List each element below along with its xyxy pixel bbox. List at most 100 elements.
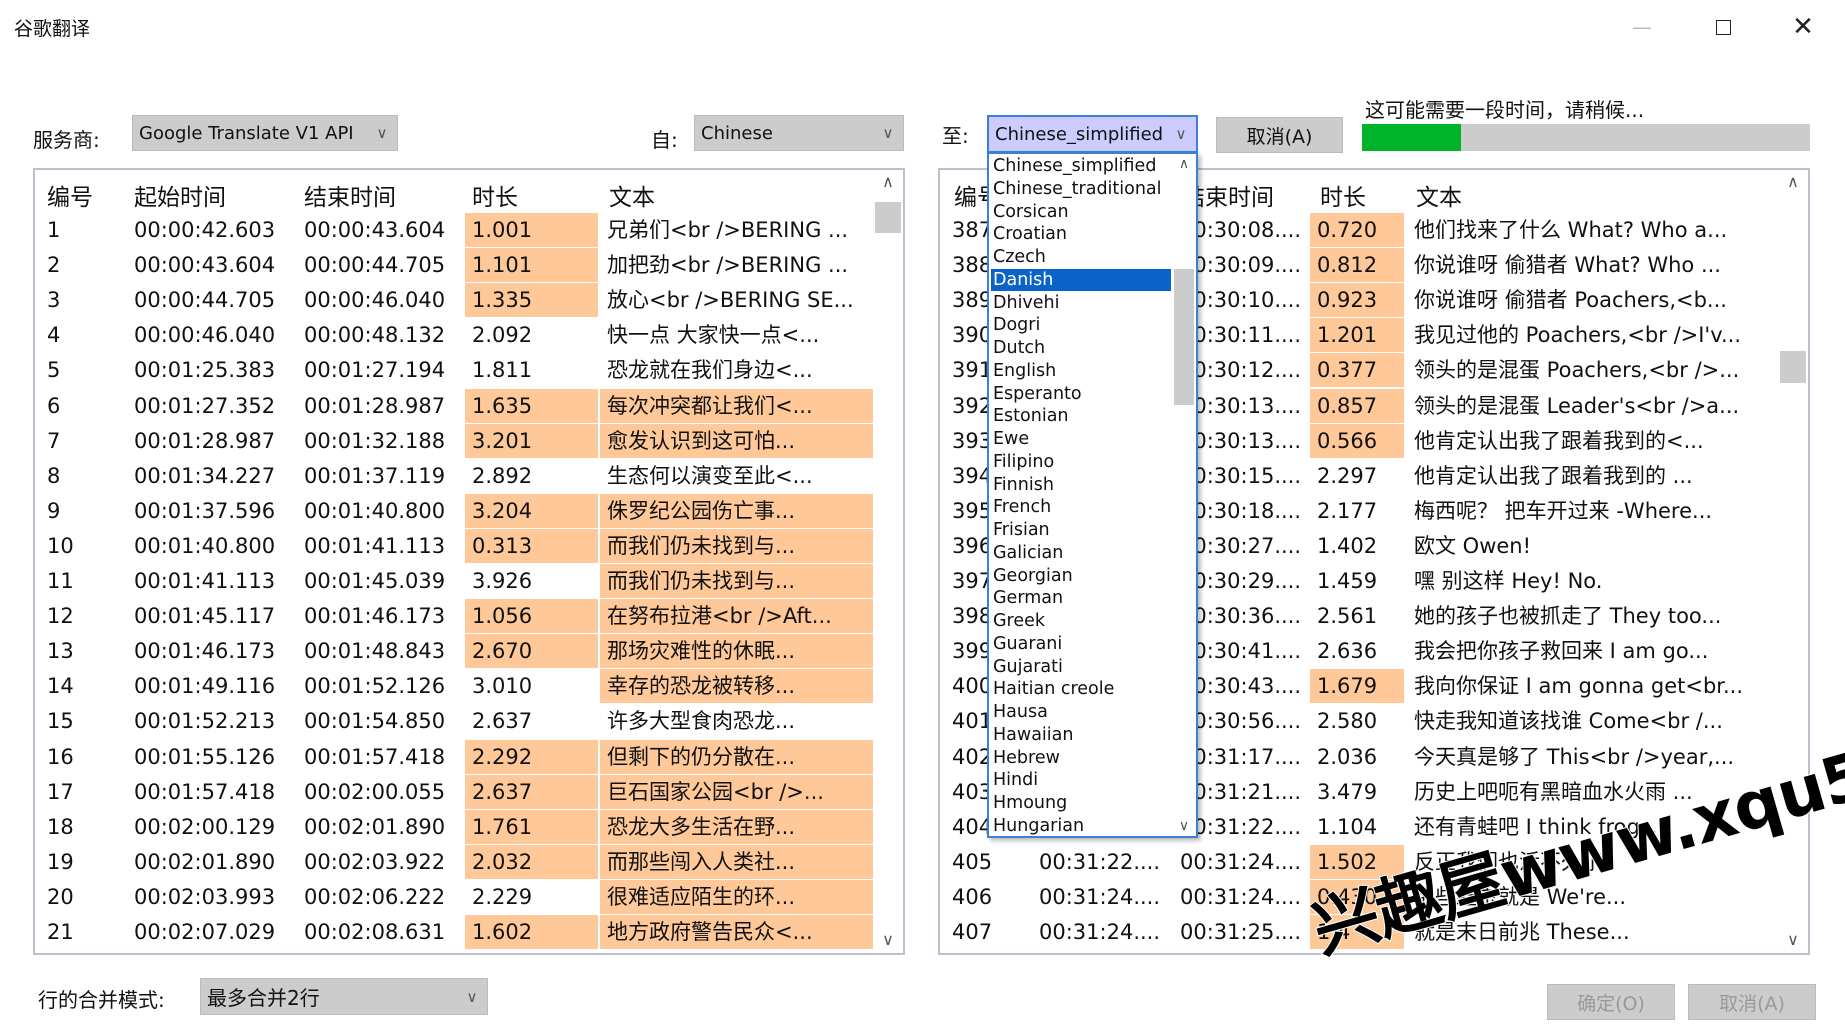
- merge-mode-select[interactable]: 最多合并2行 ∨: [200, 978, 488, 1015]
- language-option[interactable]: Hausa: [991, 701, 1171, 724]
- row-number: 7: [47, 428, 61, 453]
- column-header-text[interactable]: 文本: [609, 178, 655, 212]
- minimize-icon[interactable]: —: [1612, 10, 1672, 44]
- table-row[interactable]: 7 00:01:28.987 00:01:32.188 3.201 愈发认识到这可怕..…: [35, 423, 873, 459]
- language-option[interactable]: Czech: [991, 246, 1171, 269]
- language-option[interactable]: Hindi: [991, 769, 1171, 792]
- ok-button[interactable]: 确定(O): [1547, 984, 1675, 1020]
- from-value: Chinese: [701, 122, 773, 144]
- scroll-up-icon[interactable]: ∧: [1172, 156, 1196, 172]
- table-row[interactable]: 9 00:01:37.596 00:01:40.800 3.204 侏罗纪公园伤亡事..…: [35, 493, 873, 529]
- language-option[interactable]: German: [991, 587, 1171, 610]
- table-row[interactable]: 2 00:00:43.604 00:00:44.705 1.101 加把劲<br />B…: [35, 248, 871, 283]
- scroll-down-icon[interactable]: ∨: [1172, 818, 1196, 834]
- scroll-up-icon[interactable]: ∧: [873, 172, 903, 191]
- from-language-select[interactable]: Chinese ∨: [694, 115, 904, 151]
- language-option[interactable]: Hmoung: [991, 792, 1171, 815]
- table-row[interactable]: 20 00:02:03.993 00:02:06.222 2.229 很难适应陌生的环.…: [35, 879, 873, 915]
- column-header-start[interactable]: 起始时间: [134, 178, 226, 212]
- table-row[interactable]: 16 00:01:55.126 00:01:57.418 2.292 但剩下的仍分散在.…: [35, 739, 873, 775]
- scrollbar-thumb[interactable]: [875, 202, 901, 233]
- table-row[interactable]: 13 00:01:46.173 00:01:48.843 2.670 那场灾难性的休眠.…: [35, 634, 873, 669]
- table-row[interactable]: 3 00:00:44.705 00:00:46.040 1.335 放心<br />BE…: [35, 283, 871, 318]
- language-option[interactable]: Ewe: [991, 428, 1171, 451]
- language-option[interactable]: English: [991, 360, 1171, 383]
- language-option[interactable]: Esperanto: [991, 383, 1171, 406]
- provider-select[interactable]: Google Translate V1 API ∨: [132, 115, 398, 151]
- table-row[interactable]: 4 00:00:46.040 00:00:48.132 2.092 快一点 大家快一点<…: [35, 318, 871, 353]
- dropdown-scrollbar[interactable]: ∧ ∨: [1172, 154, 1196, 836]
- table-row[interactable]: 15 00:01:52.213 00:01:54.850 2.637 许多大型食肉恐龙.…: [35, 704, 871, 739]
- language-option[interactable]: Croatian: [991, 223, 1171, 246]
- to-language-select[interactable]: Chinese_simplified ∨: [987, 115, 1198, 153]
- cancel-translation-button[interactable]: 取消(A): [1216, 117, 1343, 153]
- column-header-duration[interactable]: 时长: [1320, 178, 1366, 212]
- column-header-end[interactable]: 结束时间: [304, 178, 396, 212]
- duration: 0.313: [465, 528, 598, 563]
- column-header-text[interactable]: 文本: [1416, 178, 1462, 212]
- maximize-icon[interactable]: [1693, 10, 1753, 44]
- language-option[interactable]: Chinese_traditional: [991, 178, 1171, 201]
- duration: 3.204: [465, 493, 598, 528]
- duration: 0.377: [1310, 353, 1404, 388]
- language-option[interactable]: Gujarati: [991, 656, 1171, 679]
- scroll-down-icon[interactable]: ∨: [1778, 930, 1808, 949]
- source-subtitle-table[interactable]: 编号 起始时间 结束时间 时长 文本 ∧ ∨ 1 00:00:42.603 00:0…: [33, 168, 905, 955]
- language-option[interactable]: Hebrew: [991, 747, 1171, 770]
- language-option[interactable]: Corsican: [991, 201, 1171, 224]
- end-time: 00:30:56....: [1180, 709, 1302, 734]
- language-option[interactable]: Chinese_simplified: [991, 155, 1171, 178]
- language-option[interactable]: Hawaiian: [991, 724, 1171, 747]
- language-option[interactable]: Haitian creole: [991, 678, 1171, 701]
- left-table-scrollbar[interactable]: ∧ ∨: [873, 170, 903, 953]
- close-icon[interactable]: ✕: [1773, 10, 1833, 44]
- end-time: 00:30:11....: [1180, 323, 1302, 348]
- table-row[interactable]: 12 00:01:45.117 00:01:46.173 1.056 在努布拉港<br …: [35, 599, 873, 634]
- table-row[interactable]: 1 00:00:42.603 00:00:43.604 1.001 兄弟们<br />B…: [35, 213, 871, 248]
- start-time: 00:02:01.890: [134, 849, 276, 874]
- language-option[interactable]: Dutch: [991, 337, 1171, 360]
- language-option[interactable]: Dhivehi: [991, 292, 1171, 315]
- scrollbar-thumb[interactable]: [1780, 351, 1806, 383]
- column-header-duration[interactable]: 时长: [472, 178, 518, 212]
- language-option[interactable]: Danish: [991, 268, 1171, 292]
- row-number: 4: [47, 323, 61, 348]
- progress-fill: [1362, 124, 1461, 151]
- end-time: 00:30:15....: [1180, 463, 1302, 488]
- scroll-down-icon[interactable]: ∨: [873, 930, 903, 949]
- end-time: 00:00:43.604: [304, 218, 446, 242]
- table-row[interactable]: 10 00:01:40.800 00:01:41.113 0.313 而我们仍未找到与.…: [35, 528, 873, 564]
- duration: 3.201: [465, 423, 598, 458]
- subtitle-text: 兄弟们<br />BERING ...: [607, 218, 849, 242]
- subtitle-text: 而我们仍未找到与...: [600, 528, 873, 563]
- table-row[interactable]: 17 00:01:57.418 00:02:00.055 2.637 巨石国家公园<br…: [35, 774, 873, 810]
- table-row[interactable]: 19 00:02:01.890 00:02:03.922 2.032 而那些闯入人类社.…: [35, 844, 873, 880]
- language-option[interactable]: Hungarian: [991, 815, 1171, 836]
- table-row[interactable]: 21 00:02:07.029 00:02:08.631 1.602 地方政府警告民众<…: [35, 915, 873, 950]
- cancel-button[interactable]: 取消(A): [1688, 984, 1816, 1020]
- end-time: 00:02:03.922: [304, 849, 446, 874]
- language-option[interactable]: Galician: [991, 542, 1171, 565]
- scrollbar-thumb[interactable]: [1174, 269, 1194, 405]
- table-row[interactable]: 8 00:01:34.227 00:01:37.119 2.892 生态何以演变至此<.…: [35, 459, 871, 494]
- start-time: 00:01:34.227: [134, 463, 276, 488]
- language-option[interactable]: French: [991, 496, 1171, 519]
- chevron-down-icon: ∨: [882, 124, 894, 142]
- table-row[interactable]: 14 00:01:49.116 00:01:52.126 3.010 幸存的恐龙被转移.…: [35, 669, 873, 704]
- language-option[interactable]: Georgian: [991, 565, 1171, 588]
- column-header-number[interactable]: 编号: [47, 178, 93, 212]
- language-option[interactable]: Estonian: [991, 405, 1171, 428]
- language-option[interactable]: Finnish: [991, 474, 1171, 497]
- to-language-dropdown-list[interactable]: ∧ ∨ Chinese_simplified Chinese_traditiona…: [987, 152, 1198, 838]
- language-option[interactable]: Frisian: [991, 519, 1171, 542]
- table-row[interactable]: 11 00:01:41.113 00:01:45.039 3.926 而我们仍未找到与.…: [35, 564, 873, 599]
- table-row[interactable]: 5 00:01:25.383 00:01:27.194 1.811 恐龙就在我们身边<.…: [35, 353, 871, 388]
- table-row[interactable]: 18 00:02:00.129 00:02:01.890 1.761 恐龙大多生活在野.…: [35, 809, 873, 845]
- language-option[interactable]: Filipino: [991, 451, 1171, 474]
- scroll-up-icon[interactable]: ∧: [1778, 172, 1808, 191]
- language-option[interactable]: Dogri: [991, 314, 1171, 337]
- language-option[interactable]: Greek: [991, 610, 1171, 633]
- table-row[interactable]: 6 00:01:27.352 00:01:28.987 1.635 每次冲突都让我们<.…: [35, 388, 873, 424]
- language-option[interactable]: Guarani: [991, 633, 1171, 656]
- from-label: 自:: [651, 128, 678, 152]
